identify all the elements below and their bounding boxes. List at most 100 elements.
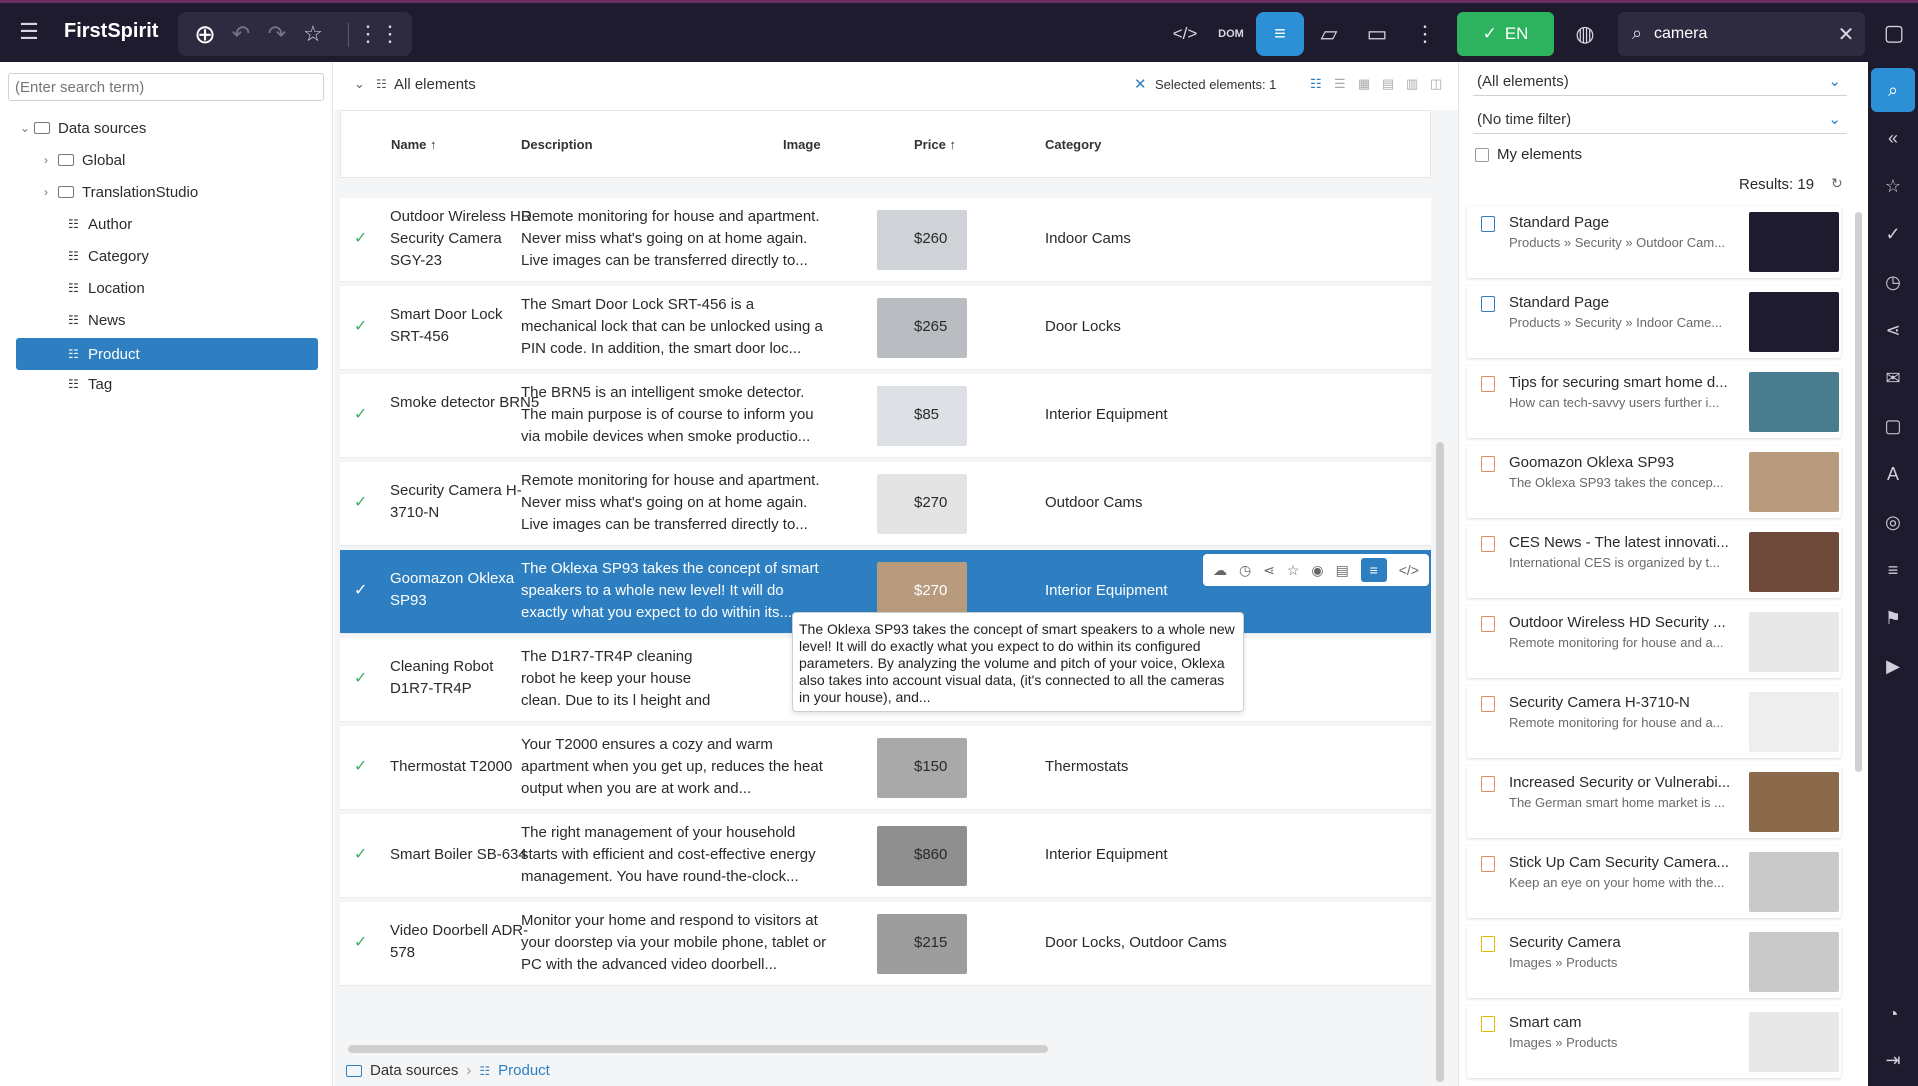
tree-item-news[interactable]: ☷ News: [68, 304, 318, 336]
result-card[interactable]: Smart cam Images » Products: [1467, 1006, 1841, 1078]
code-icon[interactable]: </>: [1399, 562, 1419, 578]
dataset-icon: [1481, 376, 1495, 392]
devices-icon[interactable]: ▭: [1360, 17, 1394, 51]
table-row[interactable]: ✓ Video Doorbell ADR-578 Monitor your ho…: [340, 902, 1431, 986]
column-header-name[interactable]: Name ↑: [391, 137, 437, 152]
result-card[interactable]: CES News - The latest innovati... Intern…: [1467, 526, 1841, 598]
folder-icon: [346, 1064, 362, 1077]
tree-item-tag[interactable]: ☷ Tag: [68, 368, 318, 400]
result-title: Tips for securing smart home d...: [1509, 374, 1728, 391]
history-icon[interactable]: ◷: [1871, 260, 1915, 304]
result-card[interactable]: Increased Security or Vulnerabi... The G…: [1467, 766, 1841, 838]
horizontal-scrollbar[interactable]: [348, 1045, 1048, 1053]
result-card[interactable]: Standard Page Products » Security » Outd…: [1467, 206, 1841, 278]
tree-icon[interactable]: ⋖: [1871, 308, 1915, 352]
table-row[interactable]: ✓ Outdoor Wireless HD Security Camera SG…: [340, 198, 1431, 282]
tree-item-product[interactable]: ☷ Product: [16, 338, 318, 370]
global-search-input[interactable]: ⌕ camera ✕: [1618, 12, 1865, 56]
description-tooltip: The Oklexa SP93 takes the concept of sma…: [792, 612, 1244, 712]
breadcrumb-item[interactable]: Product: [498, 1062, 550, 1079]
exit-icon[interactable]: ⇥: [1871, 1038, 1915, 1082]
database-button[interactable]: ≡: [1256, 12, 1304, 56]
chevron-down-icon[interactable]: ⌄: [354, 76, 365, 92]
comment-icon[interactable]: ▢: [1871, 404, 1915, 448]
check-icon[interactable]: ✓: [1871, 212, 1915, 256]
collapse-icon[interactable]: «: [1871, 116, 1915, 160]
vertical-scrollbar[interactable]: [1436, 442, 1444, 1082]
undo-icon[interactable]: ↶: [226, 19, 256, 49]
split-view-icon[interactable]: ◫: [1430, 76, 1442, 92]
result-card[interactable]: Security Camera H-3710-N Remote monitori…: [1467, 686, 1841, 758]
list-view-icon[interactable]: ☷: [1310, 76, 1322, 92]
integration-icon[interactable]: ◎: [1871, 500, 1915, 544]
star-icon[interactable]: ☆: [298, 19, 328, 49]
result-card[interactable]: Goomazon Oklexa SP93 The Oklexa SP93 tak…: [1467, 446, 1841, 518]
row-category: Door Locks: [1045, 318, 1121, 335]
results-scrollbar[interactable]: [1855, 212, 1862, 772]
star-icon[interactable]: ☆: [1287, 562, 1300, 579]
table-row[interactable]: ✓ Smart Boiler SB-634 The right manageme…: [340, 814, 1431, 898]
table-row[interactable]: ✓ Smart Door Lock SRT-456 The Smart Door…: [340, 286, 1431, 370]
mail-icon[interactable]: ✉: [1871, 356, 1915, 400]
share-icon[interactable]: ⋖: [1263, 562, 1275, 579]
grid-view-icon[interactable]: ▦: [1358, 76, 1370, 92]
table-row[interactable]: ✓ Security Camera H-3710-N Remote monito…: [340, 462, 1431, 546]
table-row[interactable]: ✓ Smoke detector BRN5 The BRN5 is an int…: [340, 374, 1431, 458]
tree-item-translationstudio[interactable]: › TranslationStudio: [44, 176, 320, 208]
table-row[interactable]: ✓ Thermostat T2000 Your T2000 ensures a …: [340, 726, 1431, 810]
preview-icon[interactable]: ◉: [1311, 562, 1323, 579]
chat-icon[interactable]: ▢: [1878, 17, 1910, 49]
checkbox[interactable]: [1475, 147, 1489, 162]
clear-selection-icon[interactable]: ✕: [1134, 75, 1147, 93]
bell-icon[interactable]: ◔: [1871, 992, 1915, 1036]
code-icon[interactable]: </>: [1168, 17, 1202, 51]
dom-icon[interactable]: DOM: [1214, 17, 1248, 51]
redo-icon[interactable]: ↷: [262, 19, 292, 49]
compact-view-icon[interactable]: ☰: [1334, 76, 1346, 92]
text-icon[interactable]: ≡: [1360, 558, 1387, 582]
tree-item-location[interactable]: ☷ Location: [68, 272, 318, 304]
result-card[interactable]: Standard Page Products » Security » Indo…: [1467, 286, 1841, 358]
card-view-icon[interactable]: ▥: [1406, 76, 1418, 92]
table-icon: ☷: [68, 377, 79, 391]
time-filter-select[interactable]: (No time filter) ⌄: [1473, 106, 1847, 134]
column-header-image[interactable]: Image: [783, 137, 821, 152]
database-icon[interactable]: ≡: [1871, 548, 1915, 592]
result-card[interactable]: Outdoor Wireless HD Security ... Remote …: [1467, 606, 1841, 678]
close-icon[interactable]: ✕: [1834, 22, 1858, 46]
breadcrumb: Data sources › ☷ Product: [346, 1062, 550, 1079]
tree-root-data-sources[interactable]: ⌄ Data sources: [20, 112, 320, 144]
translate-icon[interactable]: A: [1871, 452, 1915, 496]
document-icon[interactable]: ▤: [1336, 562, 1349, 579]
plus-icon[interactable]: ⊕: [190, 19, 220, 49]
row-category: Door Locks, Outdoor Cams: [1045, 934, 1227, 951]
star-icon[interactable]: ☆: [1871, 164, 1915, 208]
my-elements-checkbox[interactable]: My elements: [1475, 146, 1582, 163]
breadcrumb-item[interactable]: Data sources: [370, 1062, 458, 1079]
search-icon[interactable]: ⌕: [1871, 68, 1915, 112]
globe-icon[interactable]: ◍: [1568, 17, 1602, 51]
history-icon[interactable]: ◷: [1239, 562, 1251, 579]
tree-item-global[interactable]: › Global: [44, 144, 320, 176]
column-header-category[interactable]: Category: [1045, 137, 1101, 152]
pages-icon[interactable]: ▱: [1312, 17, 1346, 51]
media-icon[interactable]: ▶: [1871, 644, 1915, 688]
tile-view-icon[interactable]: ▤: [1382, 76, 1394, 92]
result-card[interactable]: Stick Up Cam Security Camera... Keep an …: [1467, 846, 1841, 918]
column-header-description[interactable]: Description: [521, 137, 593, 152]
more-icon[interactable]: ⋮: [1408, 17, 1442, 51]
tree-search-input[interactable]: [8, 73, 324, 101]
flag-icon[interactable]: ⚑: [1871, 596, 1915, 640]
tree-item-author[interactable]: ☷ Author: [68, 208, 318, 240]
result-subtitle: Products » Security » Indoor Came...: [1509, 315, 1723, 330]
column-header-price[interactable]: Price ↑: [914, 137, 956, 152]
result-card[interactable]: Security Camera Images » Products: [1467, 926, 1841, 998]
apps-grid-icon[interactable]: ⋮⋮: [357, 19, 401, 49]
menu-icon[interactable]: ☰: [14, 17, 44, 47]
cloud-icon[interactable]: ☁: [1213, 562, 1227, 579]
refresh-icon[interactable]: ↻: [1831, 175, 1843, 192]
language-button[interactable]: ✓ EN: [1457, 12, 1554, 56]
scope-select[interactable]: (All elements) ⌄: [1473, 68, 1847, 96]
result-card[interactable]: Tips for securing smart home d... How ca…: [1467, 366, 1841, 438]
tree-item-category[interactable]: ☷ Category: [68, 240, 318, 272]
